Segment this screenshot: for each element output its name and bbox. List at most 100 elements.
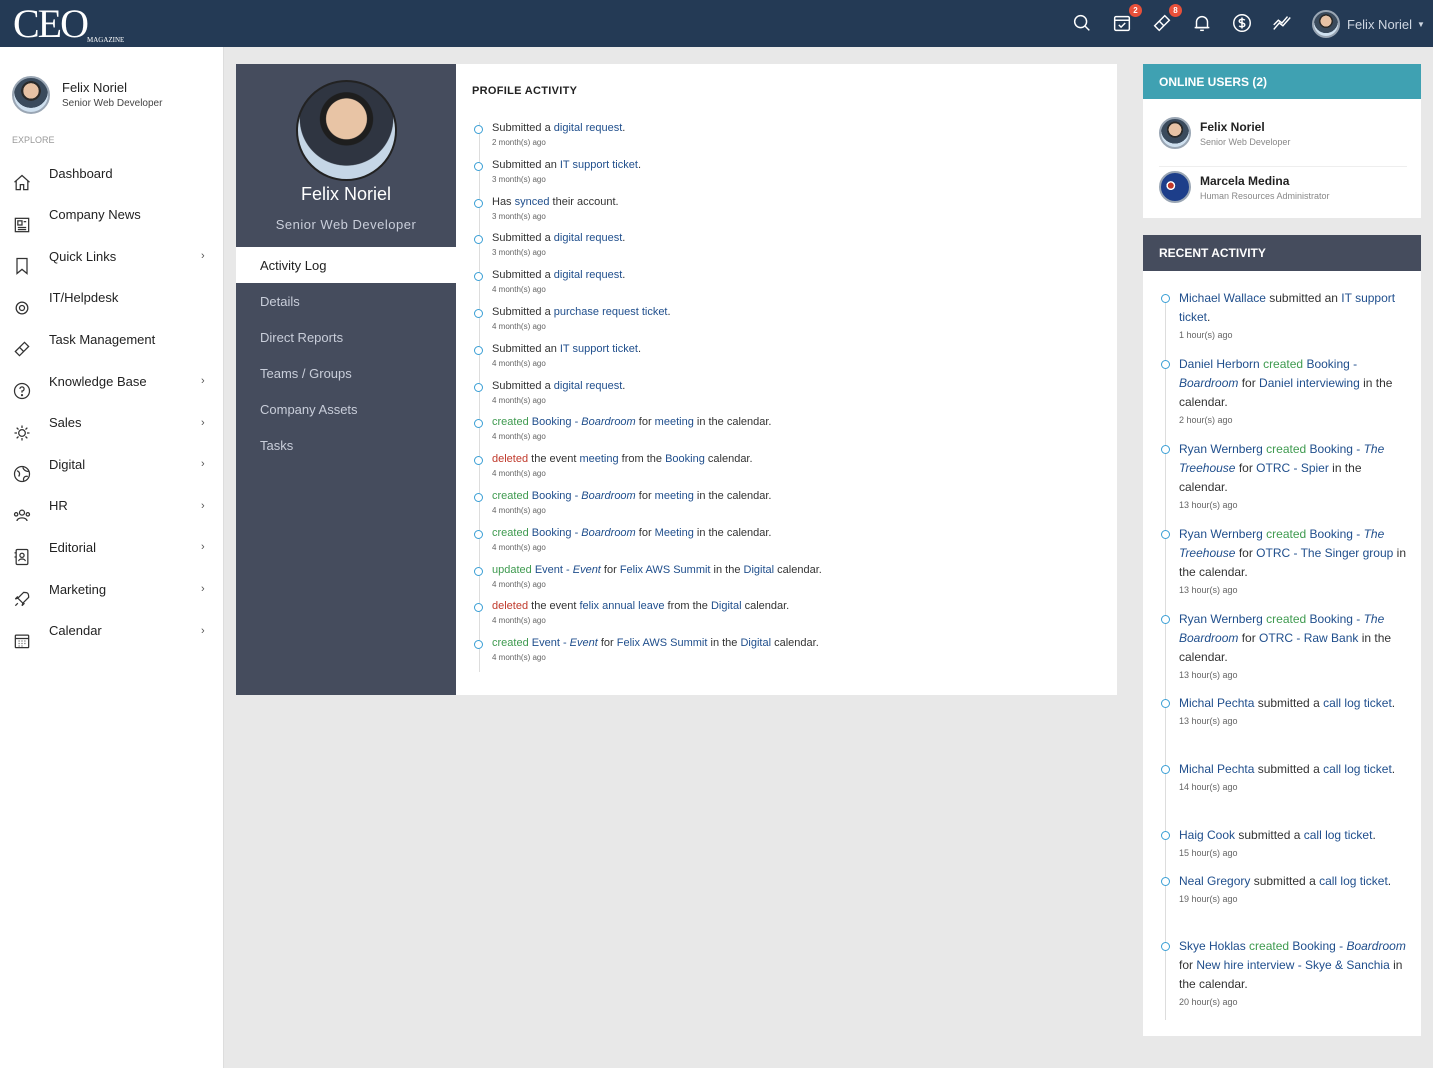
activity-link[interactable]: Booking - xyxy=(532,527,582,539)
online-user[interactable]: Felix Noriel Senior Web Developer xyxy=(1159,117,1407,167)
activity-link[interactable]: Event - xyxy=(532,637,570,649)
tab-direct-reports[interactable]: Direct Reports xyxy=(236,319,456,355)
activity-link[interactable]: OTRC - Raw Bank xyxy=(1259,631,1358,645)
activity-link[interactable]: Booking - xyxy=(1292,939,1346,953)
activity-link[interactable]: call log ticket xyxy=(1319,874,1388,888)
tab-teams-groups[interactable]: Teams / Groups xyxy=(236,355,456,391)
sidebar-item-dashboard[interactable]: Dashboard xyxy=(0,157,224,191)
activity-link[interactable]: Booking - xyxy=(1310,612,1364,626)
sidebar-item-quick-links[interactable]: Quick Links › xyxy=(0,240,224,276)
timeline-dot xyxy=(474,566,483,576)
activity-link[interactable]: Boardroom xyxy=(581,416,635,428)
sidebar-item-digital[interactable]: Digital › xyxy=(0,448,224,483)
activity-link[interactable]: felix annual leave xyxy=(579,600,664,612)
bell-icon[interactable] xyxy=(1187,8,1217,38)
sidebar-item-label: Task Management xyxy=(49,331,156,347)
activity-link[interactable]: Michal Pechta xyxy=(1179,762,1254,776)
online-user[interactable]: Marcela Medina Human Resources Administra… xyxy=(1159,171,1407,221)
user-menu[interactable]: Felix Noriel ▼ xyxy=(1312,10,1425,38)
activity-link[interactable]: meeting xyxy=(579,453,618,465)
activity-link[interactable]: IT support ticket xyxy=(560,159,638,171)
sidebar-item-marketing[interactable]: Marketing › xyxy=(0,573,224,607)
sidebar-item-sales[interactable]: Sales › xyxy=(0,407,224,441)
timeline-dot xyxy=(474,161,483,171)
activity-link[interactable]: Boardroom xyxy=(1179,376,1238,390)
activity-link[interactable]: meeting xyxy=(655,490,694,502)
tab-company-assets[interactable]: Company Assets xyxy=(236,391,456,427)
activity-link[interactable]: OTRC - Spier xyxy=(1256,461,1329,475)
sidebar-item-editorial[interactable]: Editorial › xyxy=(0,531,224,566)
activity-link[interactable]: OTRC - The Singer group xyxy=(1256,546,1393,560)
activity-text: Has synced their account. xyxy=(492,196,619,208)
activity-link[interactable]: Ryan Wernberg xyxy=(1179,612,1263,626)
timeline-dot xyxy=(1161,445,1170,454)
activity-link[interactable]: Digital xyxy=(740,637,771,649)
activity-link[interactable]: Michal Pechta xyxy=(1179,696,1254,710)
calendar-check-icon[interactable]: 2 xyxy=(1107,4,1142,38)
activity-link[interactable]: Booking - xyxy=(532,490,582,502)
activity-link[interactable]: Meeting xyxy=(655,527,694,539)
dollar-icon[interactable] xyxy=(1227,8,1257,38)
activity-link[interactable]: Booking xyxy=(665,453,705,465)
timeline-dot xyxy=(474,198,483,208)
sidebar-item-task-management[interactable]: Task Management xyxy=(0,323,224,357)
activity-link[interactable]: IT support ticket xyxy=(560,343,638,355)
activity-link[interactable]: Booking - xyxy=(1310,527,1364,541)
activity-link[interactable]: call log ticket xyxy=(1323,762,1392,776)
activity-link[interactable]: Michael Wallace xyxy=(1179,291,1266,305)
profile-sidebar: Felix Noriel Senior Web Developer Activi… xyxy=(236,64,456,695)
activity-link[interactable]: Ryan Wernberg xyxy=(1179,527,1263,541)
sidebar-item-hr[interactable]: HR › xyxy=(0,490,224,522)
text-segment: for xyxy=(1235,546,1257,560)
sidebar-item-knowledge-base[interactable]: Knowledge Base › xyxy=(0,365,224,400)
activity-link[interactable]: Neal Gregory xyxy=(1179,874,1250,888)
activity-text: created Event - Event for Felix AWS Summ… xyxy=(492,637,819,649)
activity-link[interactable]: Event xyxy=(573,564,601,576)
sidebar-item-it-helpdesk[interactable]: IT/Helpdesk xyxy=(0,282,224,315)
sidebar-item-calendar[interactable]: Calendar › xyxy=(0,615,224,648)
activity-link[interactable]: Boardroom xyxy=(581,527,635,539)
search-icon[interactable] xyxy=(1067,8,1097,38)
activity-link[interactable]: Felix AWS Summit xyxy=(620,564,711,576)
activity-link[interactable]: Digital xyxy=(711,600,742,612)
activity-link[interactable]: digital request xyxy=(554,269,623,281)
ceo-magazine-logo[interactable]: CEO MAGAZINE xyxy=(13,4,124,45)
activity-link[interactable]: digital request xyxy=(554,122,623,134)
activity-link[interactable]: purchase request ticket xyxy=(554,306,668,318)
recent-activity-time: 19 hour(s) ago xyxy=(1179,894,1238,904)
online-user-name: Felix Noriel xyxy=(1200,120,1265,134)
activity-link[interactable]: call log ticket xyxy=(1304,828,1373,842)
activity-link[interactable]: Boardroom xyxy=(581,490,635,502)
activity-link[interactable]: Event xyxy=(570,637,598,649)
activity-link[interactable]: Skye Hoklas xyxy=(1179,939,1246,953)
activity-link[interactable]: call log ticket xyxy=(1323,696,1392,710)
activity-text: created Booking - Boardroom for meeting … xyxy=(492,490,771,502)
activity-link[interactable]: Haig Cook xyxy=(1179,828,1235,842)
activity-link[interactable]: digital request xyxy=(554,232,623,244)
sidebar-item-company-news[interactable]: Company News xyxy=(0,199,224,232)
activity-link[interactable]: Booking - xyxy=(532,416,582,428)
activity-link[interactable]: Boardroom xyxy=(1346,939,1405,953)
activity-link[interactable]: digital request xyxy=(554,380,623,392)
sidebar-item-label: Dashboard xyxy=(49,165,113,181)
activity-link[interactable]: Booking - xyxy=(1306,357,1357,371)
activity-link[interactable]: Booking - xyxy=(1310,442,1364,456)
activity-link[interactable]: Digital xyxy=(744,564,775,576)
trend-icon[interactable] xyxy=(1267,8,1297,38)
ticket-icon[interactable]: 8 xyxy=(1147,4,1182,38)
activity-link[interactable]: Daniel interviewing xyxy=(1259,376,1360,390)
activity-link[interactable]: Felix AWS Summit xyxy=(617,637,708,649)
activity-link[interactable]: Event - xyxy=(535,564,573,576)
tab-activity-log[interactable]: Activity Log xyxy=(236,247,456,283)
activity-link[interactable]: Ryan Wernberg xyxy=(1179,442,1263,456)
text-segment: Submitted an xyxy=(492,158,560,171)
activity-link[interactable]: meeting xyxy=(655,416,694,428)
activity-link[interactable]: synced xyxy=(515,196,550,208)
text-segment: their account. xyxy=(549,195,619,208)
activity-link[interactable]: New hire interview - Skye & Sanchia xyxy=(1196,958,1389,972)
activity-time: 4 month(s) ago xyxy=(492,469,546,479)
sidebar-profile[interactable]: Felix Noriel Senior Web Developer xyxy=(12,76,162,114)
tab-tasks[interactable]: Tasks xyxy=(236,427,456,463)
tab-details[interactable]: Details xyxy=(236,283,456,319)
activity-link[interactable]: Daniel Herborn xyxy=(1179,357,1260,371)
